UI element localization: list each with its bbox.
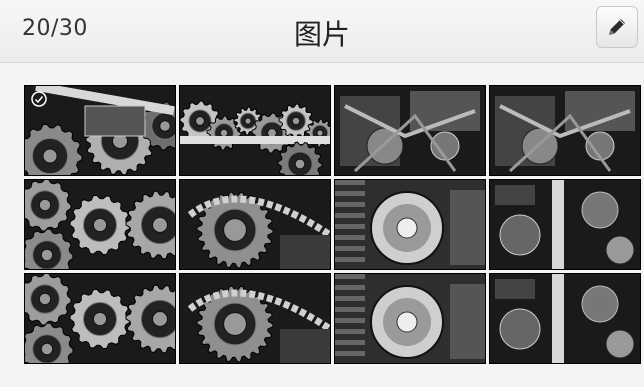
gallery-thumbnail[interactable] (334, 85, 486, 176)
selection-circle-icon[interactable] (30, 90, 48, 108)
thumbnail-grid (24, 85, 641, 364)
gallery-thumbnail[interactable] (334, 179, 486, 270)
gear-train-image (25, 180, 175, 269)
gearbox-image (180, 86, 330, 175)
pencil-icon (609, 19, 625, 35)
page-title: 图片 (293, 18, 350, 51)
pulley-image (335, 180, 485, 269)
header-bar: 20/30 图片 (0, 0, 644, 63)
gallery-thumbnail[interactable] (179, 179, 331, 270)
gallery-thumbnail[interactable] (489, 179, 641, 270)
gallery-thumbnail[interactable] (24, 85, 176, 176)
photo-gallery-screen: 20/30 图片 (0, 0, 644, 387)
gallery-thumbnail[interactable] (24, 273, 176, 364)
engine-bay-image (490, 86, 640, 175)
gallery-thumbnail[interactable] (24, 179, 176, 270)
timing-chain-image (180, 180, 330, 269)
gear-train-image (25, 274, 175, 363)
gallery-thumbnail[interactable] (179, 85, 331, 176)
edit-button[interactable] (596, 6, 638, 48)
gallery-thumbnail[interactable] (489, 273, 641, 364)
engine-belt-image (490, 180, 640, 269)
engine-belt-image (490, 274, 640, 363)
gallery-thumbnail[interactable] (489, 85, 641, 176)
pulley-image (335, 274, 485, 363)
gallery-thumbnail[interactable] (334, 273, 486, 364)
engine-bay-image (335, 86, 485, 175)
timing-chain-image (180, 274, 330, 363)
gallery-thumbnail[interactable] (179, 273, 331, 364)
